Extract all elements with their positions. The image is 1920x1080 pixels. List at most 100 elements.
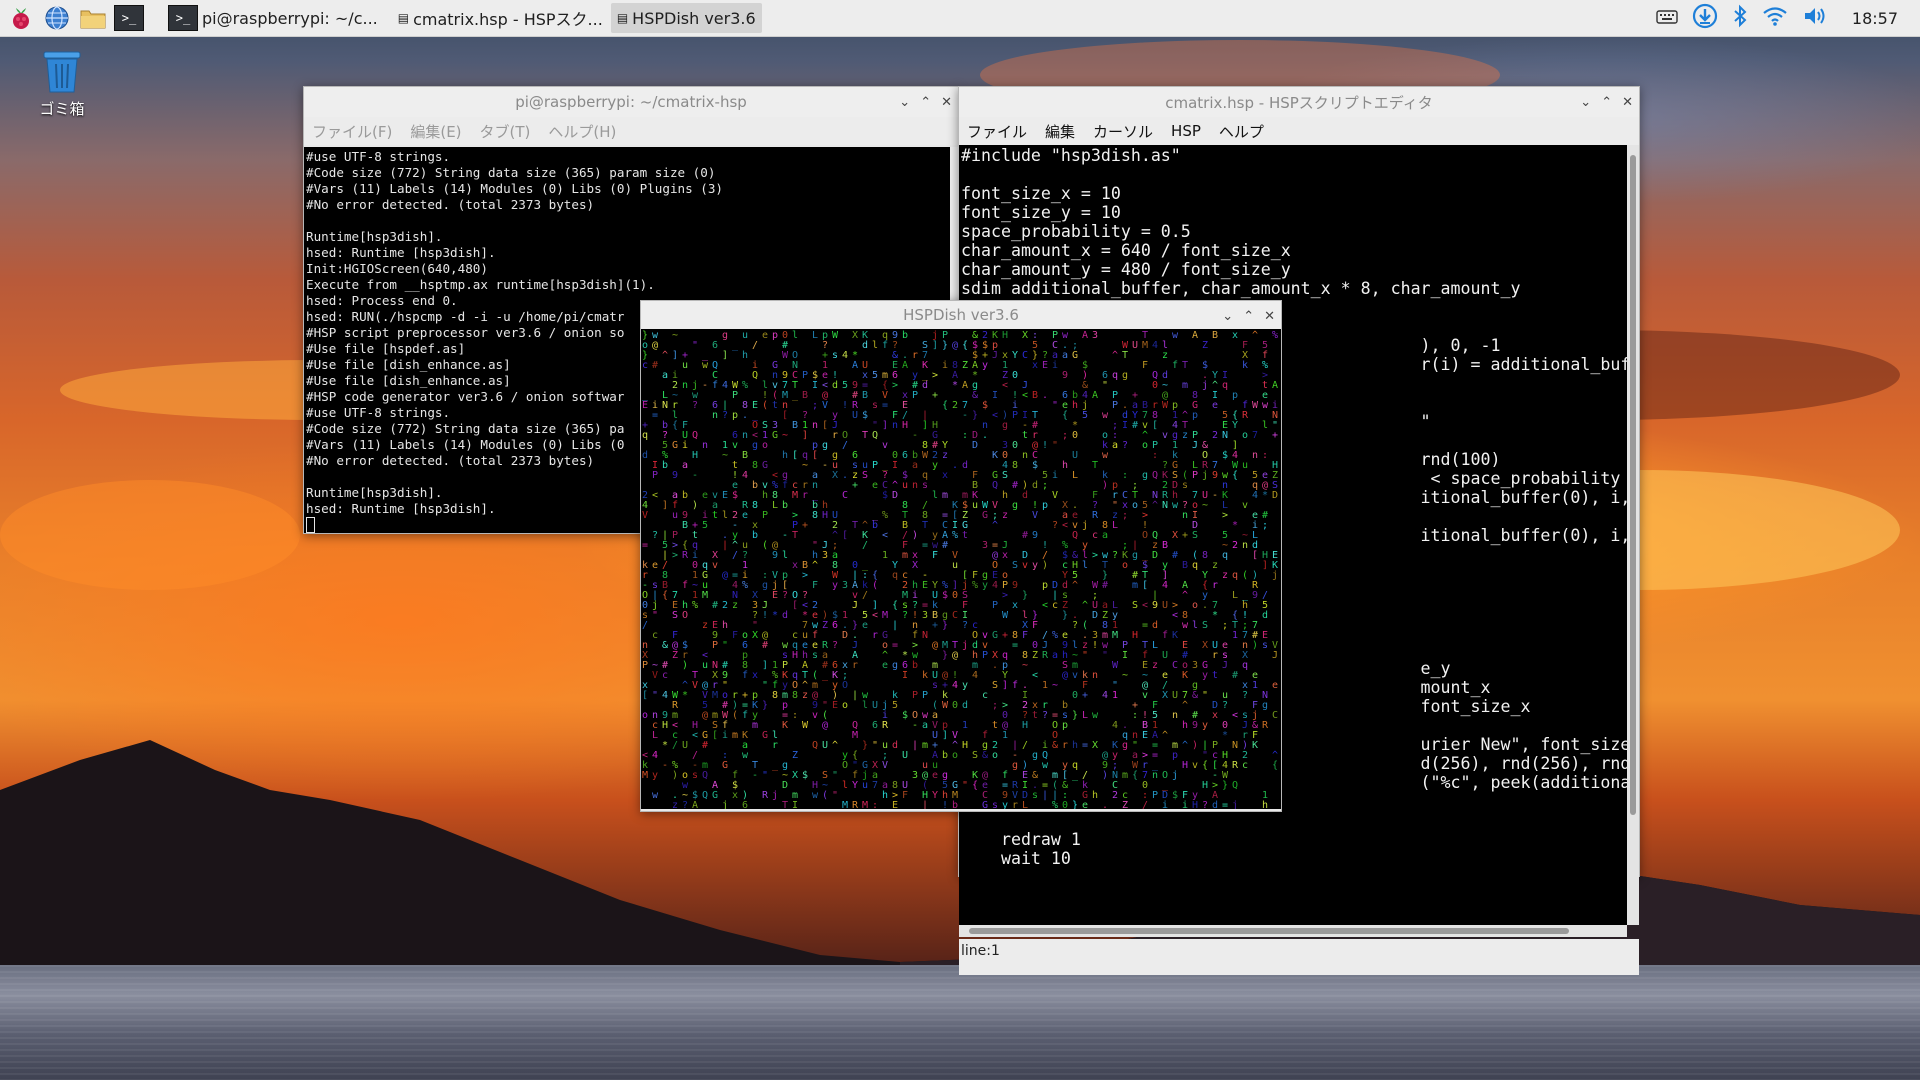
matrix-glyph: >	[1002, 590, 1008, 601]
menu-cursor[interactable]: カーソル	[1093, 121, 1153, 142]
task-hspdish[interactable]: ▤ HSPDish ver3.6	[610, 3, 762, 33]
matrix-glyph: w	[812, 790, 819, 801]
bluetooth-icon[interactable]	[1732, 4, 1748, 32]
minimize-icon[interactable]: ⌄	[1222, 309, 1233, 324]
matrix-glyph: /	[842, 440, 848, 451]
matrix-glyph: _	[792, 390, 799, 401]
maximize-icon[interactable]: ⌃	[1601, 95, 1612, 110]
matrix-glyph: 0	[952, 590, 958, 601]
matrix-glyph: u	[952, 560, 958, 571]
hspdish-titlebar[interactable]: HSPDish ver3.6 ⌄ ⌃ ✕	[641, 301, 1281, 329]
volume-icon[interactable]	[1802, 5, 1828, 31]
matrix-glyph: (	[822, 790, 828, 801]
matrix-glyph: ]	[722, 350, 728, 361]
editor-titlebar[interactable]: cmatrix.hsp - HSPスクリプトエディタ ⌄ ⌃ ✕	[959, 87, 1639, 117]
browser-globe-icon[interactable]	[42, 3, 72, 33]
matrix-glyph: -	[782, 530, 788, 541]
close-icon[interactable]: ✕	[1622, 95, 1633, 110]
matrix-glyph: b	[662, 460, 668, 471]
hspdish-window[interactable]: HSPDish ver3.6 ⌄ ⌃ ✕ } w ~ g u e p 0 l Lp W X Kq 9 b j P…	[640, 300, 1282, 812]
matrix-glyph: -	[912, 720, 918, 731]
menu-help[interactable]: ヘルプ	[1219, 121, 1264, 142]
matrix-glyph: _	[732, 340, 739, 351]
matrix-glyph: V	[692, 680, 698, 691]
matrix-glyph: *	[772, 610, 778, 621]
terminal-menubar: ファイル(F) 編集(E) タブ(T) ヘルプ(H)	[304, 117, 958, 145]
wifi-icon[interactable]	[1762, 5, 1788, 31]
terminal-titlebar[interactable]: pi@raspberrypi: ~/cmatrix-hsp ⌄ ⌃ ✕	[304, 87, 958, 117]
matrix-glyph: d	[782, 610, 788, 621]
matrix-glyph: L	[652, 730, 658, 741]
matrix-glyph: }	[1022, 590, 1028, 601]
matrix-glyph: Z	[792, 750, 798, 761]
editor-horizontal-scrollbar[interactable]	[959, 925, 1627, 937]
matrix-glyph: S	[1012, 560, 1018, 571]
raspberry-menu-icon[interactable]	[6, 3, 36, 33]
matrix-glyph: L	[772, 500, 778, 511]
matrix-glyph: /	[862, 590, 868, 601]
close-icon[interactable]: ✕	[941, 95, 952, 110]
close-icon[interactable]: ✕	[1264, 309, 1275, 324]
matrix-glyph: )	[1252, 640, 1258, 651]
download-update-icon[interactable]	[1692, 3, 1718, 33]
matrix-glyph: )	[1102, 770, 1108, 781]
matrix-glyph: {	[942, 400, 948, 411]
menu-help[interactable]: ヘルプ(H)	[548, 121, 616, 142]
matrix-glyph: G	[762, 730, 768, 741]
matrix-canvas[interactable]: } w ~ g u e p 0 l Lp W X Kq 9 b j P & 2 K H X: Pw A 3 Tw A Bx ^% o @ " 6…	[641, 329, 1281, 809]
matrix-glyph: &	[972, 390, 978, 401]
matrix-glyph: s	[872, 400, 878, 411]
matrix-glyph: ?	[1202, 800, 1208, 809]
matrix-glyph: w	[1172, 330, 1179, 341]
minimize-icon[interactable]: ⌄	[899, 95, 910, 110]
matrix-glyph: U	[1072, 450, 1078, 461]
keyboard-icon[interactable]	[1656, 7, 1678, 29]
matrix-glyph: 6	[832, 620, 838, 631]
matrix-glyph: o	[1192, 600, 1198, 611]
task-terminal[interactable]: >_ pi@raspberrypi: ~/c...	[162, 3, 384, 33]
matrix-glyph: g	[1142, 470, 1148, 481]
matrix-glyph: a	[922, 720, 928, 731]
desktop-trash[interactable]: ゴミ箱	[30, 48, 94, 119]
matrix-glyph: "	[652, 690, 658, 701]
menu-file[interactable]: ファイル(F)	[312, 121, 392, 142]
maximize-icon[interactable]: ⌃	[1243, 309, 1254, 324]
matrix-glyph: m	[1122, 770, 1128, 781]
terminal-cursor	[306, 517, 315, 533]
matrix-glyph: Q	[752, 370, 758, 381]
matrix-glyph: f	[682, 580, 688, 591]
matrix-glyph: $	[882, 490, 888, 501]
matrix-glyph: {	[1272, 760, 1278, 771]
maximize-icon[interactable]: ⌃	[920, 95, 931, 110]
menu-hsp[interactable]: HSP	[1171, 122, 1201, 140]
matrix-glyph: Q	[1072, 530, 1078, 541]
matrix-glyph: o	[1122, 560, 1128, 571]
terminal-launcher-icon[interactable]: >_	[114, 3, 144, 33]
file-manager-folder-icon[interactable]	[78, 3, 108, 33]
menu-tabs[interactable]: タブ(T)	[480, 121, 531, 142]
matrix-glyph: c	[652, 630, 658, 641]
matrix-glyph: 7	[1252, 430, 1258, 441]
menu-file[interactable]: ファイル	[967, 121, 1027, 142]
matrix-glyph: N	[922, 630, 928, 641]
minimize-icon[interactable]: ⌄	[1580, 95, 1591, 110]
matrix-glyph: -	[1212, 490, 1218, 501]
clock[interactable]: 18:57	[1852, 9, 1898, 28]
editor-vertical-scrollbar[interactable]	[1627, 145, 1639, 925]
matrix-glyph: [	[782, 410, 788, 421]
task-editor[interactable]: ▤ cmatrix.hsp - HSPスク...	[392, 3, 609, 33]
matrix-glyph: y	[832, 580, 838, 591]
matrix-glyph: 8	[752, 500, 758, 511]
matrix-glyph: y	[1202, 720, 1208, 731]
matrix-glyph: e	[882, 660, 888, 671]
matrix-glyph: q	[1222, 380, 1228, 391]
matrix-glyph: B	[1182, 560, 1188, 571]
matrix-glyph: C	[842, 490, 848, 501]
menu-edit[interactable]: 編集(E)	[410, 121, 461, 142]
matrix-glyph: h	[742, 350, 748, 361]
matrix-glyph: v	[1072, 670, 1078, 681]
menu-edit[interactable]: 編集	[1045, 121, 1075, 142]
matrix-glyph: H	[962, 740, 968, 751]
matrix-glyph: n	[1152, 770, 1158, 781]
matrix-glyph: D	[1092, 610, 1098, 621]
